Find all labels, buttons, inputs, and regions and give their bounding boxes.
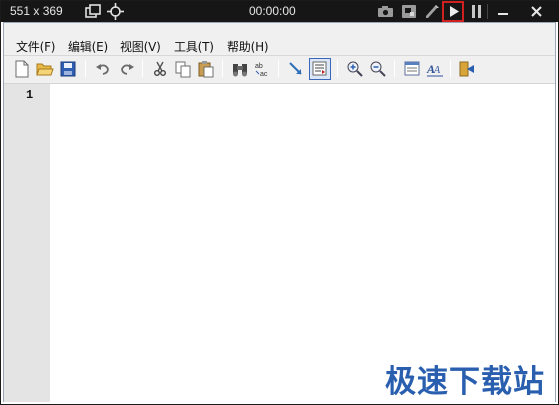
page-setup-icon[interactable]	[401, 58, 423, 80]
camera-icon[interactable]	[377, 3, 394, 20]
menu-bar: 文件(F) 编辑(E) 视图(V) 工具(T) 帮助(H)	[4, 23, 555, 54]
text-input-area[interactable]	[50, 84, 555, 402]
menu-file[interactable]: 文件(F)	[16, 38, 55, 55]
pause-icon[interactable]	[468, 3, 485, 20]
undo-icon[interactable]	[92, 58, 114, 80]
toolbar-separator	[278, 60, 279, 77]
save-icon[interactable]	[57, 58, 79, 80]
font-icon[interactable]: AA	[424, 58, 446, 80]
cut-icon[interactable]	[149, 58, 171, 80]
open-folder-icon[interactable]	[34, 58, 56, 80]
line-number: 1	[26, 88, 34, 102]
pencil-icon[interactable]	[424, 3, 441, 20]
toolbar-separator	[85, 60, 86, 77]
goto-line-icon[interactable]	[285, 58, 307, 80]
toolbar: ab ac AA	[4, 56, 555, 82]
webcam-icon[interactable]	[401, 3, 418, 20]
toolbar-separator	[450, 60, 451, 77]
minimize-button[interactable]	[489, 1, 517, 22]
toolbar-separator	[394, 60, 395, 77]
window-frame: 551 x 369 00:00:00 文件(F) 编辑(E) 视图(V) 工具(…	[0, 0, 559, 405]
find-binoculars-icon[interactable]	[229, 58, 251, 80]
window-resize-icon[interactable]	[85, 3, 102, 20]
zoom-out-icon[interactable]	[367, 58, 389, 80]
toolbar-separator	[337, 60, 338, 77]
recording-timer: 00:00:00	[249, 4, 296, 18]
line-number-gutter: 1	[4, 84, 50, 402]
separator	[487, 4, 488, 19]
menu-tools[interactable]: 工具(T)	[174, 38, 214, 55]
watermark-logo: 极速下载站	[385, 364, 545, 400]
new-file-icon[interactable]	[11, 58, 33, 80]
svg-text:A: A	[433, 65, 441, 76]
recorder-toolbar: 551 x 369 00:00:00	[1, 1, 559, 22]
svg-text:ac: ac	[260, 71, 268, 78]
copy-icon[interactable]	[172, 58, 194, 80]
toolbar-separator	[142, 60, 143, 77]
close-button[interactable]	[522, 1, 552, 22]
replace-icon[interactable]: ab ac	[252, 58, 274, 80]
exit-door-icon[interactable]	[456, 58, 478, 80]
zoom-in-icon[interactable]	[344, 58, 366, 80]
paste-icon[interactable]	[195, 58, 217, 80]
toolbar-separator	[222, 60, 223, 77]
menu-view[interactable]: 视图(V)	[120, 38, 161, 55]
editor-area[interactable]: 1	[4, 83, 555, 402]
word-wrap-icon[interactable]	[309, 58, 331, 80]
menu-help[interactable]: 帮助(H)	[227, 38, 269, 55]
record-play-button[interactable]	[442, 1, 464, 22]
menu-edit[interactable]: 编辑(E)	[68, 38, 108, 55]
capture-dimensions: 551 x 369	[10, 4, 63, 18]
redo-icon[interactable]	[116, 58, 138, 80]
crosshair-icon[interactable]	[107, 3, 124, 20]
notepad-window: 文件(F) 编辑(E) 视图(V) 工具(T) 帮助(H) ab ac A A …	[3, 22, 556, 402]
svg-text:ab: ab	[255, 63, 263, 70]
